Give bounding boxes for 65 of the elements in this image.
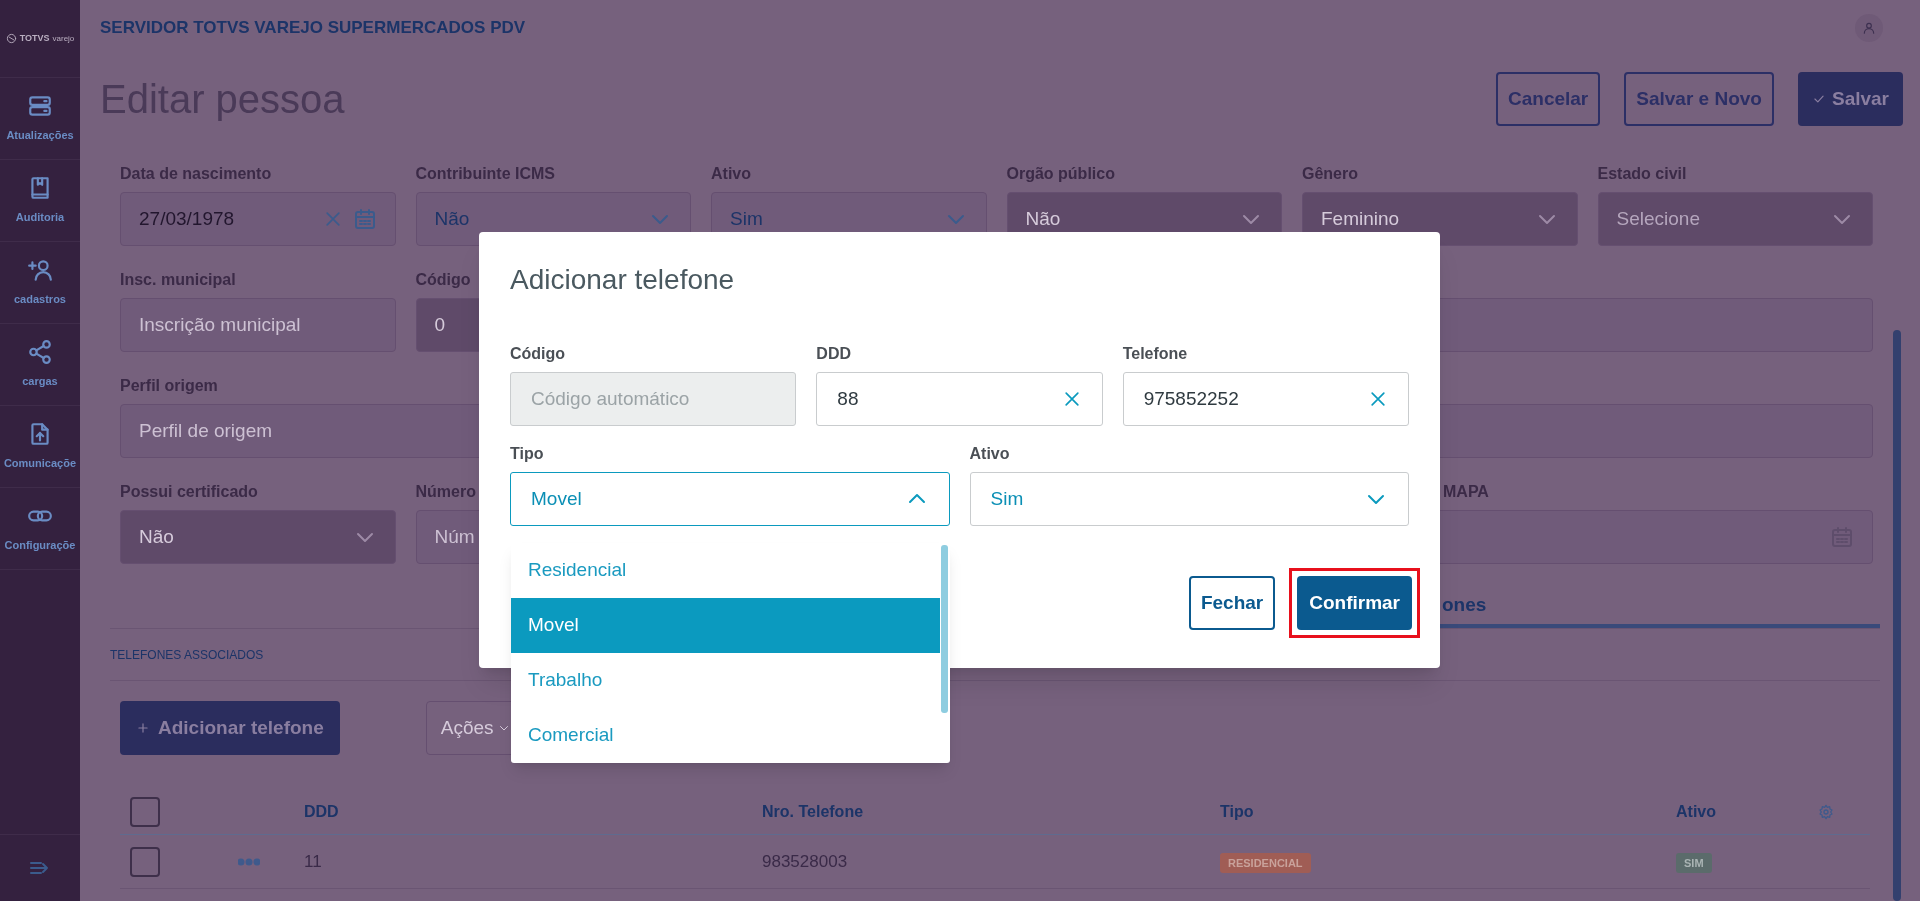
add-phone-button[interactable]: Adicionar telefone	[120, 701, 340, 755]
column-header[interactable]: Ativo	[1676, 802, 1716, 820]
field-label: Código	[415, 270, 471, 290]
type-badge: RESIDENCIAL	[1220, 852, 1311, 873]
scrollbar[interactable]	[1893, 330, 1901, 901]
checkbox[interactable]	[130, 846, 160, 877]
dropdown-option[interactable]: Movel	[511, 598, 940, 653]
field-label: Possui certificado	[120, 482, 258, 502]
field-label: Tipo	[510, 444, 544, 464]
select-field[interactable]: Sim	[969, 472, 1409, 526]
scrollbar[interactable]	[941, 545, 948, 713]
input-field[interactable]: 88	[816, 372, 1103, 426]
input-field[interactable]: Inscrição municipal	[120, 298, 396, 352]
checkbox[interactable]	[130, 796, 160, 827]
dialog-button[interactable]: Fechar	[1188, 576, 1276, 630]
settings-icon[interactable]	[1818, 803, 1834, 820]
dialog-button[interactable]: Confirmar	[1297, 576, 1412, 630]
app-title: SERVIDOR TOTVS VAREJO SUPERMERCADOS PDV	[100, 17, 526, 40]
sidebar-item[interactable]: Auditoria	[0, 160, 80, 242]
sidebar-item[interactable]: cargas	[0, 324, 80, 406]
sidebar-item[interactable]: cadastros	[0, 242, 80, 324]
field-label: Insc. municipal	[120, 270, 236, 290]
action-button[interactable]: Salvar e Novo	[1624, 72, 1774, 126]
logo-subtext: varejo	[52, 32, 75, 45]
field-label: Orgão público	[1006, 164, 1115, 184]
field-label: Data de nascimento	[120, 164, 272, 184]
field-label: Gênero	[1302, 164, 1358, 184]
field-label: Estado civil	[1597, 164, 1687, 184]
column-header[interactable]: Tipo	[1220, 802, 1254, 820]
user-icon	[1862, 21, 1876, 35]
section-heading: TELEFONES ASSOCIADOS	[110, 646, 264, 664]
sidebar-item[interactable]: Configuraçõe	[0, 488, 80, 570]
field-label: Número	[415, 482, 476, 502]
more-icon[interactable]	[238, 857, 260, 866]
logo-icon	[5, 33, 17, 44]
action-button[interactable]: Salvar	[1797, 72, 1903, 126]
column-header[interactable]: DDD	[304, 802, 339, 820]
logo-text: TOTVS	[19, 31, 50, 45]
share-icon	[27, 339, 53, 366]
date-field[interactable]: 27/03/1978	[120, 192, 396, 246]
sidebar-item[interactable]: Comunicaçõe	[0, 406, 80, 488]
plus-icon	[136, 721, 150, 735]
sidebar-item[interactable]: Atualizações	[0, 78, 80, 160]
field-label: Perfil origem	[120, 376, 218, 396]
dropdown-option[interactable]: Residencial	[511, 543, 940, 598]
user-plus-icon	[27, 257, 53, 284]
tab[interactable]: ones	[1440, 587, 1880, 628]
field-label: Contribuinte ICMS	[415, 164, 556, 184]
field-label: DDD	[816, 344, 851, 364]
dialog-title: Adicionar telefone	[510, 263, 736, 297]
clear-icon[interactable]	[1368, 389, 1388, 409]
status-badge: SIM	[1676, 852, 1712, 873]
field-label: Ativo	[711, 164, 751, 184]
select-field[interactable]: Movel	[510, 472, 950, 526]
user-avatar-button[interactable]	[1855, 14, 1883, 42]
field-label: MAPA	[1443, 482, 1489, 502]
action-button[interactable]: Cancelar	[1496, 72, 1601, 126]
table-cell: 11	[304, 851, 322, 871]
input-field[interactable]: 975852252	[1122, 372, 1409, 426]
calendar-icon[interactable]	[352, 207, 377, 231]
column-header[interactable]: Nro. Telefone	[762, 802, 864, 820]
table-cell: 983528003	[762, 851, 848, 871]
field-label: Código	[510, 344, 566, 364]
field-label: Telefone	[1122, 344, 1188, 364]
field-label: Ativo	[969, 444, 1010, 464]
